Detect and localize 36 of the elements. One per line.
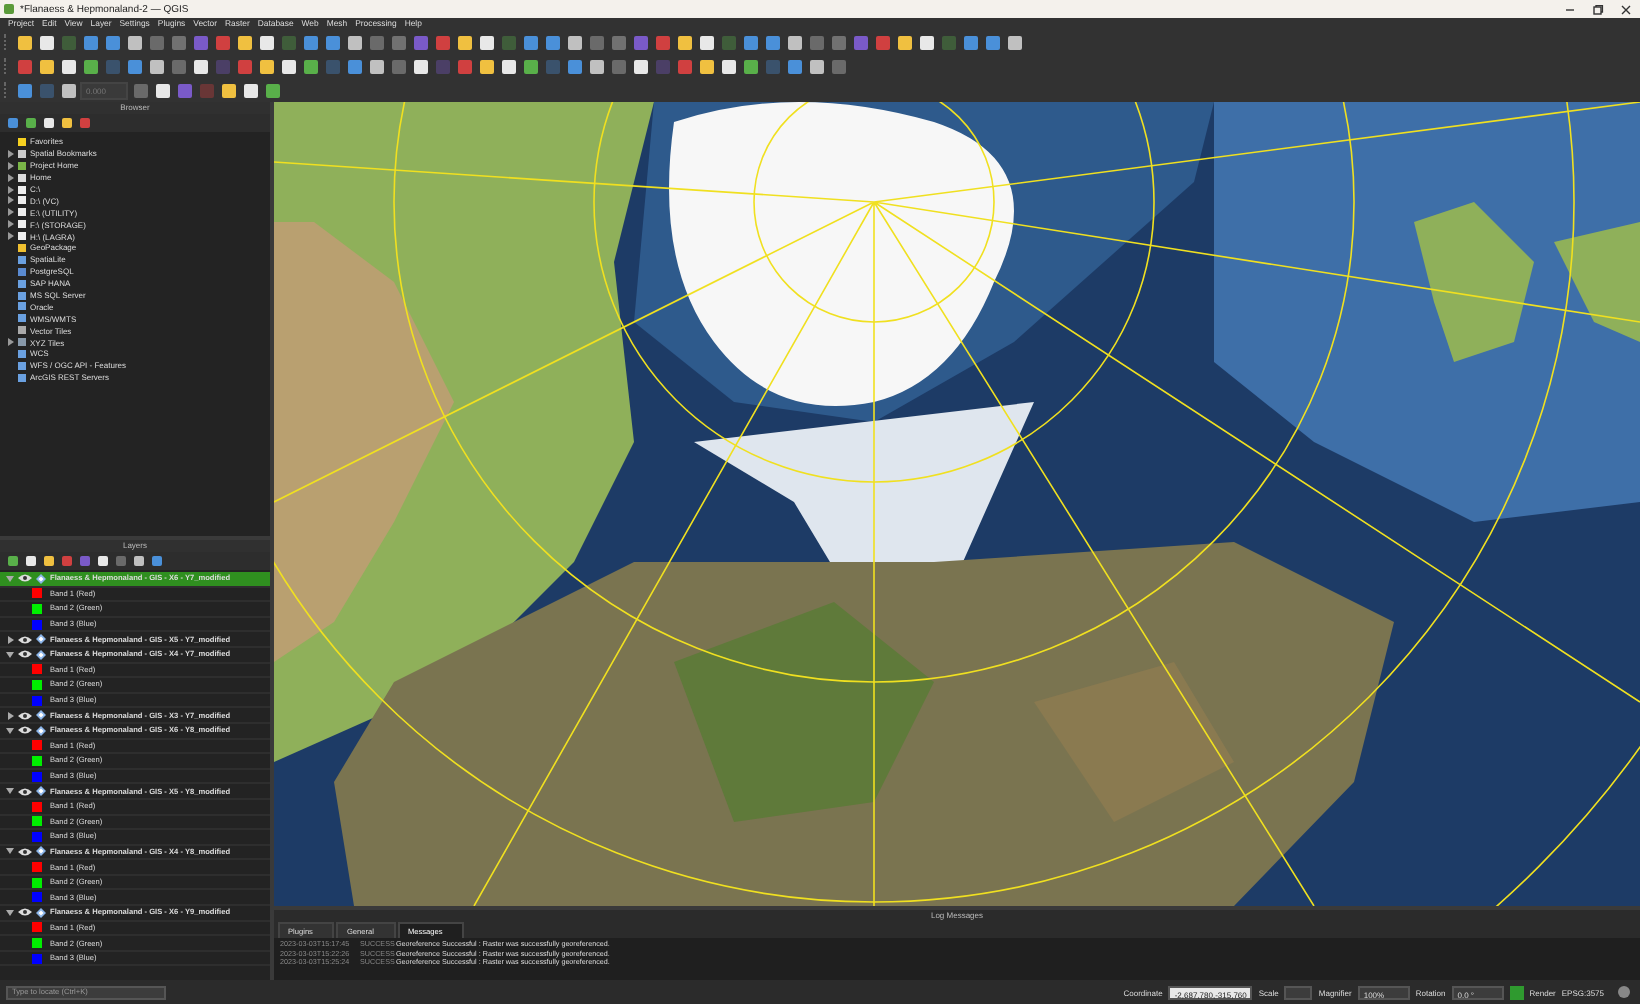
- eye-icon[interactable]: [18, 726, 32, 735]
- expand-arrow-icon[interactable]: [6, 650, 14, 659]
- app-logo-icon: [4, 4, 14, 14]
- expand-arrow-icon[interactable]: [6, 711, 14, 720]
- raster-icon: [36, 786, 46, 797]
- tool-button[interactable]: [262, 80, 283, 100]
- eye-icon[interactable]: [18, 574, 32, 583]
- minimize-icon[interactable]: [1564, 3, 1576, 15]
- tool-button[interactable]: [218, 80, 239, 100]
- expand-arrow-icon[interactable]: [6, 726, 14, 735]
- scale-field[interactable]: [1284, 985, 1313, 999]
- raster-icon: [36, 710, 46, 721]
- raster-icon: [36, 846, 46, 857]
- eye-icon[interactable]: [18, 787, 32, 796]
- close-icon[interactable]: [1620, 3, 1632, 15]
- tool-button[interactable]: [240, 80, 261, 100]
- eye-icon[interactable]: [18, 650, 32, 659]
- raster-icon: [36, 634, 46, 645]
- eye-icon[interactable]: [18, 711, 32, 720]
- eye-icon[interactable]: [18, 908, 32, 917]
- restore-icon[interactable]: [1592, 3, 1604, 15]
- expand-arrow-icon[interactable]: [6, 635, 14, 644]
- expand-arrow-icon[interactable]: [6, 787, 14, 796]
- map-drawing[interactable]: [274, 102, 1640, 906]
- expand-arrow-icon[interactable]: [6, 338, 14, 347]
- expand-arrow-icon[interactable]: [6, 847, 14, 856]
- eye-icon[interactable]: [18, 847, 32, 856]
- raster-icon: [36, 649, 46, 660]
- render-checkbox[interactable]: [1509, 985, 1524, 999]
- raster-icon: [36, 573, 46, 584]
- eye-icon[interactable]: [18, 635, 32, 644]
- raster-icon: [36, 725, 46, 736]
- messages-icon[interactable]: [1618, 986, 1630, 998]
- raster-icon: [36, 907, 46, 918]
- expand-arrow-icon[interactable]: [6, 908, 14, 917]
- tool-button[interactable]: [152, 80, 173, 100]
